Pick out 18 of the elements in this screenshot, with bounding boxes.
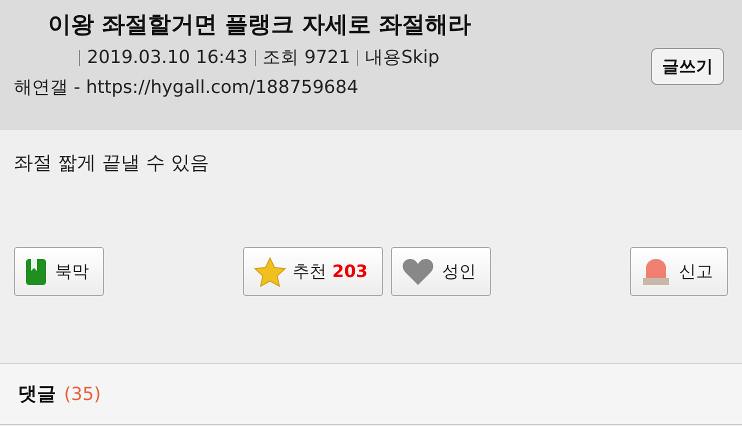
post-title: 이왕 좌절할거면 플랭크 자세로 좌절해라: [48, 11, 472, 40]
adult-button[interactable]: 성인: [390, 247, 491, 296]
star-icon: [254, 256, 286, 286]
recommend-count: 203: [332, 262, 368, 282]
recommend-button[interactable]: 추천 203: [243, 247, 383, 296]
post-meta: 2019.03.10 16:43: [87, 46, 248, 70]
write-button[interactable]: 글쓰기: [651, 48, 724, 85]
book-icon: [25, 258, 47, 286]
post-body-text: 좌절 짧게 끝낼 수 있음: [14, 152, 210, 174]
heart-icon: [402, 258, 434, 286]
report-button[interactable]: 신고: [630, 247, 728, 296]
source-link[interactable]: 해연갤 - https://hygall.com/188759684: [14, 76, 358, 100]
bookmark-button[interactable]: 북막: [14, 247, 104, 296]
comments-heading: 댓글: [18, 382, 56, 407]
post-meta: 내용Skip: [365, 46, 440, 70]
siren-icon: [641, 258, 671, 286]
comment-count: (35): [64, 384, 101, 404]
post-meta: 조회 9721: [262, 46, 350, 70]
